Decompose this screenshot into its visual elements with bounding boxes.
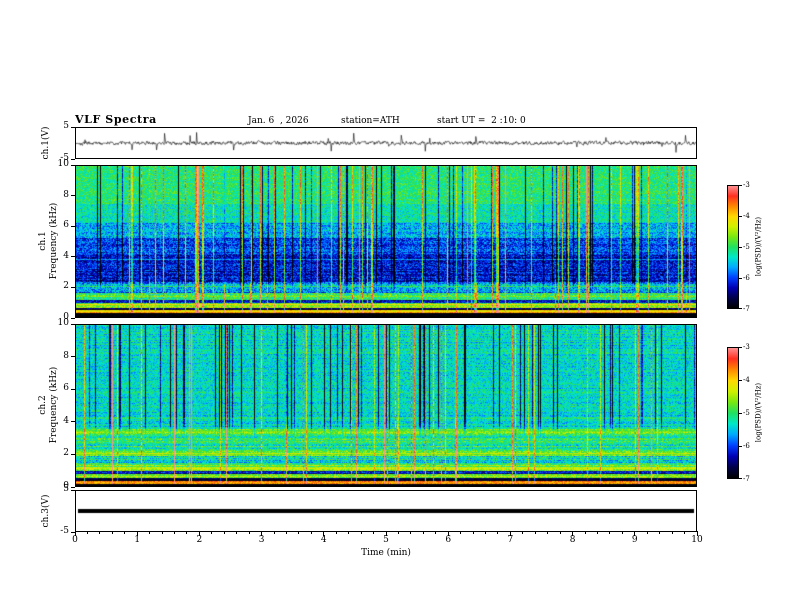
x-tick-label: 9 <box>631 535 638 545</box>
colorbar-tick-mark <box>739 346 742 348</box>
ch3-waveform-panel <box>75 490 697 532</box>
x-tick-label: 0 <box>72 535 78 545</box>
x-tick-label: 7 <box>507 535 514 545</box>
colorbar-tick-label: -7 <box>743 305 750 313</box>
volt-tick-label: -5 <box>60 153 69 163</box>
colorbar-tick-mark <box>739 246 742 248</box>
freq-tick-label: 0 <box>63 481 69 491</box>
x-tick-label: 3 <box>258 535 265 545</box>
colorbar-tick-mark <box>739 379 742 381</box>
ch1-frequency-unit-label: Frequency (kHz) <box>49 202 59 280</box>
colorbar-tick-label: -3 <box>743 181 750 189</box>
colorbar-tick-mark <box>739 215 742 217</box>
figure-date: Jan. 6 , 2026 <box>248 116 309 126</box>
x-tick-label: 2 <box>196 535 203 545</box>
x-tick-label: 5 <box>383 535 389 545</box>
figure-title: VLF Spectra <box>75 113 157 126</box>
time-axis-label: Time (min) <box>361 548 411 558</box>
colorbar-tick-mark <box>739 477 742 479</box>
ch1-waveform-canvas <box>76 128 696 158</box>
colorbar-tick-mark <box>739 277 742 279</box>
colorbar-tick-mark <box>739 445 742 447</box>
ch1-waveform-panel <box>75 127 697 159</box>
ch2-colorbar-label: log(PSD)/(V²/Hz) <box>754 382 763 443</box>
ch2-spectrogram-canvas <box>76 325 696 486</box>
ch1-colorbar-label: log(PSD)/(V²/Hz) <box>754 216 763 277</box>
figure-start-ut: start UT = 2 :10: 0 <box>437 116 526 126</box>
colorbar-tick-label: -7 <box>743 475 750 483</box>
x-tick-label: 1 <box>134 535 141 545</box>
figure-station: station=ATH <box>341 116 400 126</box>
ch1-spectrogram-panel <box>75 165 697 318</box>
ch2-frequency-axis-label: ch.2 Frequency (kHz) <box>38 330 60 480</box>
ch2-colorbar <box>727 347 739 479</box>
colorbar-tick-mark <box>739 307 742 309</box>
x-tick-label: 10 <box>691 535 703 545</box>
ch3-waveform-canvas <box>76 491 696 531</box>
ch2-spec-channel-label: ch.2 <box>38 395 48 415</box>
ch1-spec-channel-label: ch.1 <box>38 231 48 251</box>
colorbar-tick-label: -3 <box>743 343 750 351</box>
ch2-frequency-unit-label: Frequency (kHz) <box>49 366 59 444</box>
volt-tick-label: -5 <box>60 526 69 536</box>
x-tick-label: 4 <box>320 535 327 545</box>
volt-tick-label: 5 <box>63 484 69 494</box>
colorbar-tick-mark <box>739 412 742 414</box>
ch1-colorbar <box>727 185 739 309</box>
ch1-spectrogram-canvas <box>76 166 696 317</box>
x-tick-label: 8 <box>569 535 576 545</box>
freq-tick-label: 10 <box>57 318 69 328</box>
ch3-voltage-axis-label: ch.3(V) <box>41 494 51 528</box>
ch1-frequency-axis-label: ch.1 Frequency (kHz) <box>38 166 60 316</box>
volt-tick-label: 5 <box>63 121 69 131</box>
colorbar-tick-mark <box>739 184 742 186</box>
vlf-spectra-figure: VLF Spectra Jan. 6 , 2026 station=ATH st… <box>0 0 792 612</box>
ch2-spectrogram-panel <box>75 324 697 487</box>
x-tick-label: 6 <box>445 535 452 545</box>
